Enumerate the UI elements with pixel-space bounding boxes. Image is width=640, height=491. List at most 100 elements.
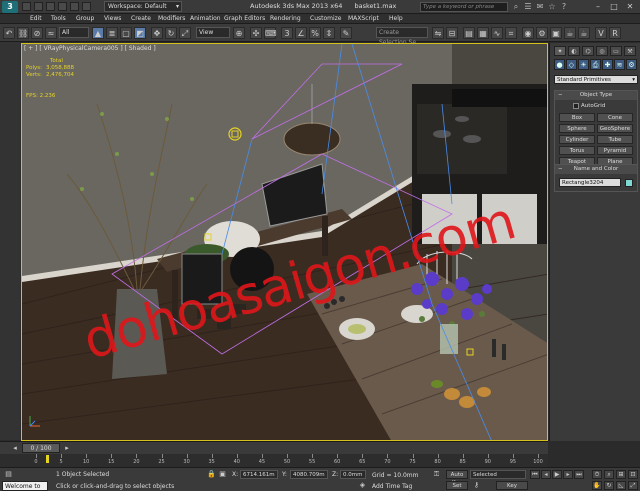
primitive-category-select[interactable]: Standard Primitives ▾: [554, 75, 638, 84]
select-object-icon[interactable]: ▲: [92, 27, 104, 39]
material-editor-icon[interactable]: ◉: [522, 27, 534, 39]
window-crossing-icon[interactable]: ◩: [134, 27, 146, 39]
go-to-start-icon[interactable]: ⏮: [530, 470, 540, 479]
percent-snap-icon[interactable]: %: [309, 27, 321, 39]
help-icon[interactable]: ?: [559, 2, 569, 12]
create-tab-icon[interactable]: ✦: [554, 46, 566, 56]
reference-coordinate-dropdown[interactable]: View: [196, 27, 230, 38]
previous-frame-icon[interactable]: ◂: [541, 470, 551, 479]
key-mode-dropdown[interactable]: Selected: [470, 470, 526, 479]
geosphere-button[interactable]: GeoSphere: [597, 124, 633, 133]
time-slider[interactable]: ◂ 0 / 100 ▸: [0, 441, 548, 454]
curve-editor-icon[interactable]: ∿: [491, 27, 503, 39]
rectangular-selection-icon[interactable]: ▢: [120, 27, 132, 39]
minimize-button[interactable]: –: [590, 1, 606, 13]
systems-icon[interactable]: ⚙: [626, 59, 637, 70]
maxscript-mini-listener[interactable]: Welcome to M: [2, 481, 48, 491]
mirror-icon[interactable]: ⇋: [432, 27, 444, 39]
menu-customize[interactable]: Customize: [310, 15, 342, 22]
spinner-snap-icon[interactable]: ⇕: [323, 27, 335, 39]
key-filters-button[interactable]: Key Filters...: [496, 481, 528, 490]
display-tab-icon[interactable]: ▭: [610, 46, 622, 56]
align-icon[interactable]: ⊟: [446, 27, 458, 39]
save-file-icon[interactable]: [46, 2, 55, 11]
perspective-viewport[interactable]: [ + ] [ VRayPhysicalCamera005 ] [ Shaded…: [21, 43, 548, 441]
communication-center-icon[interactable]: ✉: [535, 2, 545, 12]
menu-graph-editors[interactable]: Graph Editors: [224, 15, 265, 22]
select-by-name-icon[interactable]: ≣: [106, 27, 118, 39]
x-coordinate-field[interactable]: 6714.161m: [240, 470, 278, 479]
tube-button[interactable]: Tube: [597, 135, 633, 144]
menu-help[interactable]: Help: [389, 15, 403, 22]
menu-animation[interactable]: Animation: [190, 15, 221, 22]
motion-tab-icon[interactable]: ◎: [596, 46, 608, 56]
maximize-viewport-icon[interactable]: ⤢: [628, 481, 638, 490]
utilities-tab-icon[interactable]: ⚒: [624, 46, 636, 56]
helpers-icon[interactable]: ✚: [602, 59, 613, 70]
menu-tools[interactable]: Tools: [51, 15, 66, 22]
space-warps-icon[interactable]: ≋: [614, 59, 625, 70]
set-key-icon[interactable]: ⚷: [472, 481, 481, 490]
menu-views[interactable]: Views: [104, 15, 121, 22]
field-of-view-icon[interactable]: ◺: [616, 481, 626, 490]
select-and-move-icon[interactable]: ✥: [151, 27, 163, 39]
select-and-scale-icon[interactable]: ⤢: [179, 27, 191, 39]
maxscript-listener-icon[interactable]: ▤: [4, 470, 13, 479]
undo-icon[interactable]: [58, 2, 67, 11]
shapes-icon[interactable]: ◇: [566, 59, 577, 70]
favorites-icon[interactable]: ☆: [547, 2, 557, 12]
y-coordinate-field[interactable]: 4080.709m: [290, 470, 328, 479]
absolute-offset-mode-icon[interactable]: ▣: [218, 470, 227, 479]
time-slider-thumb[interactable]: 0 / 100: [22, 443, 60, 453]
open-file-icon[interactable]: [34, 2, 43, 11]
play-icon[interactable]: ▶: [552, 470, 562, 479]
pivot-center-icon[interactable]: ⊕: [233, 27, 245, 39]
vray-frame-buffer-icon[interactable]: V: [595, 27, 607, 39]
edit-named-selection-icon[interactable]: ✎: [340, 27, 352, 39]
keyboard-shortcut-override-icon[interactable]: ⌨: [264, 27, 277, 39]
next-frame-arrow-icon[interactable]: ▸: [62, 443, 72, 453]
menu-rendering[interactable]: Rendering: [270, 15, 301, 22]
workspace-dropdown[interactable]: Workspace: Default ▾: [104, 1, 182, 12]
time-config-icon[interactable]: ⏱: [592, 470, 602, 479]
pan-icon[interactable]: ✋: [592, 481, 602, 490]
maximize-button[interactable]: □: [606, 1, 622, 13]
keyword-search-input[interactable]: Type a keyword or phrase: [420, 2, 508, 12]
add-time-tag[interactable]: Add Time Tag: [372, 483, 412, 490]
layer-manager-icon[interactable]: ▤: [463, 27, 475, 39]
previous-frame-arrow-icon[interactable]: ◂: [10, 443, 20, 453]
menu-modifiers[interactable]: Modifiers: [158, 15, 185, 22]
set-key-button[interactable]: Set Key: [446, 481, 468, 490]
menu-maxscript[interactable]: MAXScript: [348, 15, 379, 22]
unlink-icon[interactable]: ⊘: [31, 27, 43, 39]
key-icon[interactable]: ⚿: [432, 470, 441, 479]
zoom-extents-icon[interactable]: ⊡: [628, 470, 638, 479]
cylinder-button[interactable]: Cylinder: [559, 135, 595, 144]
app-logo-icon[interactable]: 3: [2, 1, 18, 13]
close-button[interactable]: ✕: [622, 1, 638, 13]
named-selection-set-dropdown[interactable]: Create Selection Se: [376, 27, 428, 46]
autogrid-checkbox[interactable]: [573, 103, 579, 109]
bind-to-space-warp-icon[interactable]: ≈: [45, 27, 57, 39]
auto-key-button[interactable]: Auto Key: [446, 470, 468, 486]
viewport-label[interactable]: [ + ] [ VRayPhysicalCamera005 ] [ Shaded…: [24, 45, 156, 52]
menu-edit[interactable]: Edit: [30, 15, 42, 22]
cameras-icon[interactable]: ⎙: [590, 59, 601, 70]
geometry-icon[interactable]: ●: [554, 59, 565, 70]
torus-button[interactable]: Torus: [559, 146, 595, 155]
cone-button[interactable]: Cone: [597, 113, 633, 122]
object-type-header[interactable]: − Object Type: [555, 91, 637, 100]
search-icon[interactable]: ⌕: [511, 2, 521, 12]
track-bar[interactable]: 0 5 10 15 20 25 30 35 40 45 50 55 60 65 70 75 80 85 90 95 10…: [0, 454, 548, 467]
redo-icon[interactable]: [70, 2, 79, 11]
render-iterative-icon[interactable]: ☕: [578, 27, 590, 39]
snaps-toggle-icon[interactable]: 3: [281, 27, 293, 39]
sphere-button[interactable]: Sphere: [559, 124, 595, 133]
vray-toolbar-icon[interactable]: R: [609, 27, 621, 39]
graphite-ribbon-icon[interactable]: ▦: [477, 27, 489, 39]
orbit-icon[interactable]: ↻: [604, 481, 614, 490]
selection-filter-dropdown[interactable]: All: [59, 27, 89, 38]
pyramid-button[interactable]: Pyramid: [597, 146, 633, 155]
zoom-all-icon[interactable]: ⊞: [616, 470, 626, 479]
menu-create[interactable]: Create: [131, 15, 151, 22]
